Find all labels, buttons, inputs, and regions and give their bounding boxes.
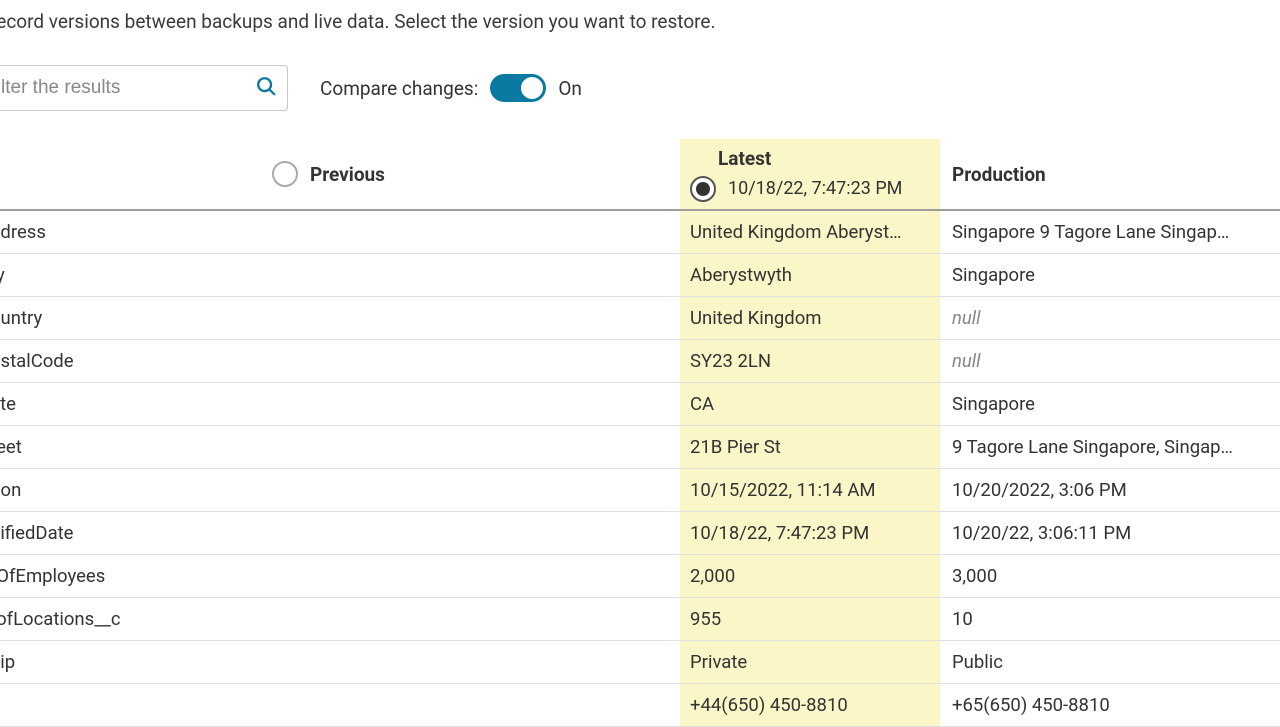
latest-value-cell: Aberystwyth xyxy=(680,254,940,296)
production-column-header: Production xyxy=(952,163,1046,186)
latest-value-cell: United Kingdom Aberyst… xyxy=(680,211,940,253)
latest-radio[interactable] xyxy=(690,176,716,202)
field-name-cell: reet xyxy=(0,426,260,468)
table-row: +44(650) 450-8810+65(650) 450-8810 xyxy=(0,684,1280,727)
latest-value-cell: 10/18/22, 7:47:23 PM xyxy=(680,512,940,554)
versions-table: Previous Latest 10/18/22, 7:47:23 PM Pro… xyxy=(0,139,1280,727)
previous-value-cell xyxy=(260,297,680,339)
table-row: difiedDate 10/18/22, 7:47:23 PM10/20/22, … xyxy=(0,512,1280,555)
table-row: ostalCode SY23 2LNnull xyxy=(0,340,1280,383)
production-value-cell: null xyxy=(940,297,1280,339)
previous-value-cell xyxy=(260,340,680,382)
table-row: rOfEmployees 2,0003,000 xyxy=(0,555,1280,598)
previous-value-cell xyxy=(260,555,680,597)
table-row: ate CASingapore xyxy=(0,383,1280,426)
table-row: rofLocations__c 95510 xyxy=(0,598,1280,641)
compare-label: Compare changes: xyxy=(320,77,478,100)
previous-value-cell xyxy=(260,211,680,253)
previous-value-cell xyxy=(260,254,680,296)
previous-column-header: Previous xyxy=(310,163,385,186)
compare-state: On xyxy=(558,77,582,100)
previous-value-cell xyxy=(260,469,680,511)
production-value-cell: 10 xyxy=(940,598,1280,640)
field-name-cell: rofLocations__c xyxy=(0,598,260,640)
latest-value-cell: 21B Pier St xyxy=(680,426,940,468)
table-row: reet 21B Pier St9 Tagore Lane Singapore, … xyxy=(0,426,1280,469)
previous-value-cell xyxy=(260,426,680,468)
field-name-cell: difiedDate xyxy=(0,512,260,554)
field-name-cell: hip xyxy=(0,641,260,683)
compare-toggle[interactable] xyxy=(490,74,546,102)
field-name-cell: ostalCode xyxy=(0,340,260,382)
table-row: hip PrivatePublic xyxy=(0,641,1280,684)
latest-value-cell: SY23 2LN xyxy=(680,340,940,382)
previous-value-cell xyxy=(260,512,680,554)
search-field-wrap xyxy=(0,65,288,111)
production-value-cell: 3,000 xyxy=(940,555,1280,597)
previous-value-cell xyxy=(260,598,680,640)
production-value-cell: 10/20/22, 3:06:11 PM xyxy=(940,512,1280,554)
production-value-cell: Singapore 9 Tagore Lane Singap… xyxy=(940,211,1280,253)
field-name-cell: rOfEmployees xyxy=(0,555,260,597)
latest-value-cell: United Kingdom xyxy=(680,297,940,339)
latest-value-cell: CA xyxy=(680,383,940,425)
previous-value-cell xyxy=(260,383,680,425)
production-value-cell: 9 Tagore Lane Singapore, Singap… xyxy=(940,426,1280,468)
production-value-cell: null xyxy=(940,340,1280,382)
table-row: ddress United Kingdom Aberyst…Singapore 9… xyxy=(0,211,1280,254)
table-row: ty AberystwythSingapore xyxy=(0,254,1280,297)
field-name-cell: ty xyxy=(0,254,260,296)
field-name-cell: tion xyxy=(0,469,260,511)
production-value-cell: 10/20/2022, 3:06 PM xyxy=(940,469,1280,511)
latest-timestamp: 10/18/22, 7:47:23 PM xyxy=(728,178,902,199)
field-name-cell: ate xyxy=(0,383,260,425)
field-name-cell: ountry xyxy=(0,297,260,339)
production-value-cell: Singapore xyxy=(940,383,1280,425)
instruction-text: record versions between backups and live… xyxy=(0,0,1280,33)
latest-value-cell: Private xyxy=(680,641,940,683)
latest-value-cell: 2,000 xyxy=(680,555,940,597)
search-input[interactable] xyxy=(1,77,255,99)
table-row: tion 10/15/2022, 11:14 AM10/20/2022, 3:06… xyxy=(0,469,1280,512)
previous-radio[interactable] xyxy=(272,161,298,187)
table-row: ountry United Kingdomnull xyxy=(0,297,1280,340)
previous-value-cell xyxy=(260,641,680,683)
latest-value-cell: 10/15/2022, 11:14 AM xyxy=(680,469,940,511)
latest-column-header: Latest xyxy=(718,147,771,170)
latest-value-cell: 955 xyxy=(680,598,940,640)
production-value-cell: Public xyxy=(940,641,1280,683)
field-name-cell: ddress xyxy=(0,211,260,253)
production-value-cell: Singapore xyxy=(940,254,1280,296)
search-icon[interactable] xyxy=(255,75,277,102)
